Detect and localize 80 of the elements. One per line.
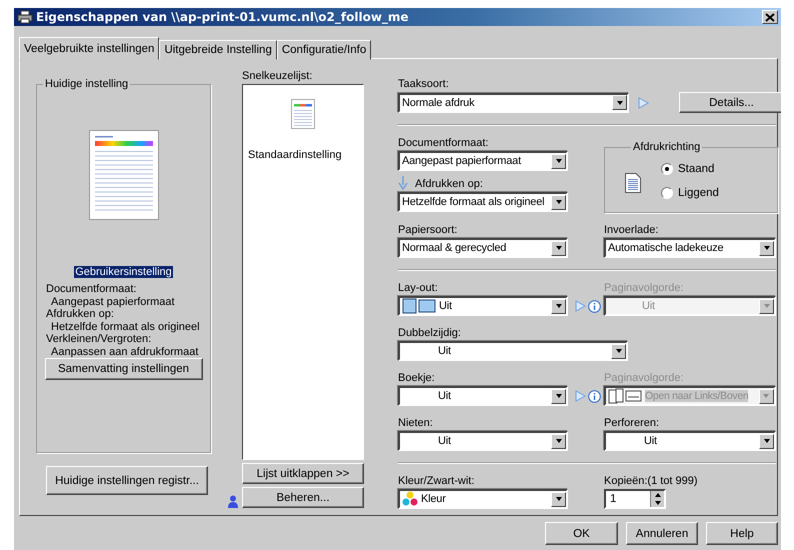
- summary-line: Aangepast papierformaat: [50, 296, 176, 308]
- field-label: Paginavolgorde:: [604, 372, 685, 385]
- page-icon: [291, 99, 315, 129]
- field-label: Perforeren:: [604, 417, 660, 430]
- dropdown[interactable]: Uit: [398, 431, 568, 451]
- copies-spinner[interactable]: 1: [604, 489, 666, 509]
- field-label: Papiersoort:: [398, 224, 458, 237]
- list-item[interactable]: Standaardinstelling: [243, 85, 363, 161]
- field-label: Lay-out:: [398, 282, 439, 295]
- field-label: Kleur/Zwart-wit:: [398, 475, 476, 488]
- field-label: Afdrukken op:: [415, 178, 483, 191]
- color-dots-icon: [402, 491, 418, 507]
- caret-icon: [759, 298, 774, 314]
- group-title: Afdrukrichting: [632, 141, 702, 153]
- tab[interactable]: Veelgebruikte instellingen: [19, 37, 160, 60]
- booklet-icon: [608, 388, 642, 404]
- field-label: Invoerlade:: [604, 224, 660, 237]
- caret-icon: [551, 154, 566, 168]
- dropdown[interactable]: Uit: [398, 341, 628, 361]
- field-label: Boekje:: [398, 372, 436, 385]
- caret-icon: [551, 388, 566, 404]
- layout-icon: [402, 298, 436, 314]
- field-label: Taaksoort:: [398, 78, 450, 91]
- spin-arrows-icon[interactable]: [650, 491, 664, 507]
- info-icon: [588, 300, 601, 312]
- caret-icon: [551, 298, 566, 314]
- caret-icon: [551, 194, 566, 210]
- radio-option[interactable]: Liggend: [661, 186, 719, 198]
- tab[interactable]: Configuratie/Info: [276, 40, 372, 60]
- field-label: Dubbelzijdig:: [398, 327, 462, 340]
- field-label: Nieten:: [398, 417, 434, 430]
- close-icon[interactable]: [762, 10, 778, 24]
- caret-icon: [612, 95, 627, 110]
- manage-button[interactable]: Beheren...: [242, 487, 364, 508]
- arrow-icon: [637, 96, 649, 108]
- field-label: Kopieën:(1 tot 999): [604, 475, 699, 488]
- dropdown[interactable]: Automatische ladekeuze: [604, 238, 776, 258]
- dropdown[interactable]: Normale afdruk: [398, 92, 629, 112]
- caret-icon: [611, 344, 626, 358]
- dropdown[interactable]: Aangepast papierformaat: [398, 151, 568, 171]
- dialog-button[interactable]: OK: [545, 522, 618, 545]
- dropdown[interactable]: Uit: [604, 431, 776, 451]
- summary-line: Afdrukken op:: [46, 308, 115, 320]
- field-label: Documentformaat:: [398, 137, 490, 150]
- tab[interactable]: Uitgebreide Instelling: [159, 40, 277, 60]
- caret-icon: [551, 492, 566, 506]
- dropdown[interactable]: Kleur: [398, 489, 568, 509]
- dialog-button[interactable]: Help: [706, 522, 778, 545]
- caret-icon: [759, 434, 774, 448]
- summary-button[interactable]: Samenvatting instellingen: [44, 358, 202, 380]
- page-preview-icon: [88, 130, 158, 220]
- page-icon: [625, 172, 641, 192]
- dialog-button[interactable]: Annuleren: [626, 522, 698, 545]
- setting-name[interactable]: Gebruikersinstelling: [74, 266, 173, 278]
- caret-icon: [759, 240, 774, 256]
- printer-icon: [17, 10, 33, 24]
- dropdown[interactable]: Hetzelfde formaat als origineel: [398, 192, 568, 212]
- caret-icon: [551, 434, 566, 448]
- summary-line: Documentformaat:: [46, 283, 138, 296]
- caret-icon: [551, 240, 566, 256]
- dropdown[interactable]: Uit: [398, 386, 568, 406]
- expand-list-button[interactable]: Lijst uitklappen >>: [242, 463, 364, 484]
- field-label: Paginavolgorde:: [604, 282, 685, 295]
- summary-line: Verkleinen/Vergroten:: [46, 333, 152, 346]
- summary-line: Aanpassen aan afdrukformaat: [50, 346, 200, 358]
- arrow-icon: [574, 390, 586, 402]
- window-title: Eigenschappen van \\ap-print-01.vumc.nl\o2_follow_me: [36, 10, 409, 24]
- dropdown[interactable]: Uit: [398, 296, 568, 316]
- down-arrow-icon: [398, 176, 408, 191]
- summary-line: Hetzelfde formaat als origineel: [50, 320, 201, 333]
- user-icon: [228, 495, 238, 508]
- group-title: Huidige instelling: [44, 78, 130, 90]
- radio-option[interactable]: Staand: [661, 162, 719, 174]
- dropdown[interactable]: Normaal & gerecycled: [398, 238, 568, 258]
- info-icon: [588, 390, 601, 402]
- list-label: Snelkeuzelijst:: [242, 70, 314, 83]
- details-button[interactable]: Details...: [679, 92, 781, 113]
- register-button[interactable]: Huidige instellingen registr...: [46, 466, 208, 495]
- arrow-icon: [574, 300, 586, 312]
- caret-icon: [758, 388, 774, 404]
